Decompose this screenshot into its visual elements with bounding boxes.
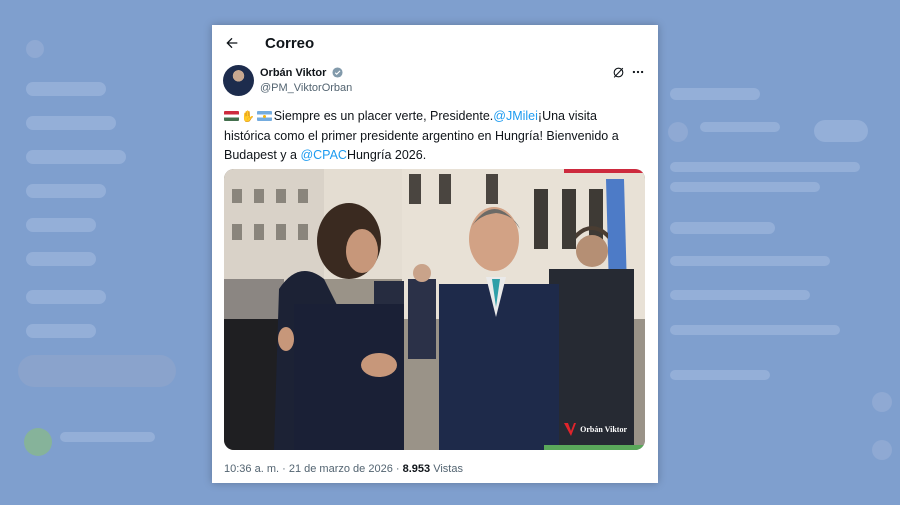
bg-right-line [670, 370, 770, 380]
photo-watermark: Orbán Viktor [564, 423, 627, 436]
author-avatar[interactable] [223, 65, 254, 96]
bg-follow-button [814, 120, 868, 142]
bg-nav-item [26, 82, 106, 96]
tweet-text-part: Hungría 2026. [346, 148, 427, 162]
views-count: 8.953 [402, 463, 431, 475]
bg-right-line [670, 290, 810, 300]
handshake-icon: ✋ [241, 111, 255, 123]
bg-right-line [670, 182, 820, 192]
argentina-flag-icon [256, 111, 272, 121]
mention-link[interactable]: @CPAC [300, 148, 347, 162]
tweet-date[interactable]: 21 de marzo de 2026 [289, 463, 393, 475]
bg-post-button [18, 355, 176, 387]
bg-right-avatar [668, 122, 688, 142]
bg-nav-item [26, 324, 96, 338]
bg-right-line [670, 256, 830, 266]
bg-nav-item [26, 218, 96, 232]
bg-nav-item [26, 252, 96, 266]
mention-link[interactable]: @JMilei [493, 109, 538, 123]
hungary-flag-icon [224, 111, 239, 121]
bg-nav-item [26, 116, 116, 130]
back-arrow-icon[interactable] [224, 35, 240, 51]
bg-right-line [700, 122, 780, 132]
bg-right-heading [670, 222, 775, 234]
views-label: Vistas [433, 463, 463, 475]
bg-right-heading [670, 88, 760, 100]
tweet-card: Correo Orbán Viktor @PM_ViktorOrban ✋ Sie… [212, 25, 658, 483]
author-handle[interactable]: @PM_ViktorOrban [260, 82, 352, 94]
tweet-meta: 10:36 a. m. · 21 de marzo de 2026 · 8.95… [224, 463, 463, 475]
tweet-text: ✋ Siempre es un placer verte, Presidente.… [224, 107, 644, 165]
orban-logo-icon [564, 423, 577, 436]
tweet-time[interactable]: 10:36 a. m. [224, 463, 279, 475]
bg-account-name [60, 432, 155, 442]
bg-logo-icon [26, 40, 44, 58]
bg-nav-item [26, 290, 106, 304]
page-title: Correo [265, 35, 315, 52]
bg-right-icon [872, 440, 892, 460]
bg-nav-item [26, 184, 106, 198]
watermark-text: Orbán Viktor [580, 425, 627, 434]
tweet-text-part: Siempre es un placer verte, Presidente. [273, 109, 494, 123]
bg-nav-item [26, 150, 126, 164]
more-options-icon[interactable] [631, 65, 645, 79]
bg-right-line [670, 162, 860, 172]
tweet-header-bar: Correo [212, 25, 658, 63]
photo-illustration [224, 169, 645, 450]
verified-badge-icon [332, 67, 343, 78]
author-name[interactable]: Orbán Viktor [260, 67, 326, 79]
grok-icon[interactable] [612, 66, 625, 79]
meta-separator: · [395, 463, 400, 475]
bg-right-line [670, 325, 840, 335]
tweet-photo[interactable]: Orbán Viktor [224, 169, 645, 450]
bg-right-icon [872, 392, 892, 412]
meta-separator: · [282, 463, 286, 475]
bg-account-avatar [24, 428, 52, 456]
